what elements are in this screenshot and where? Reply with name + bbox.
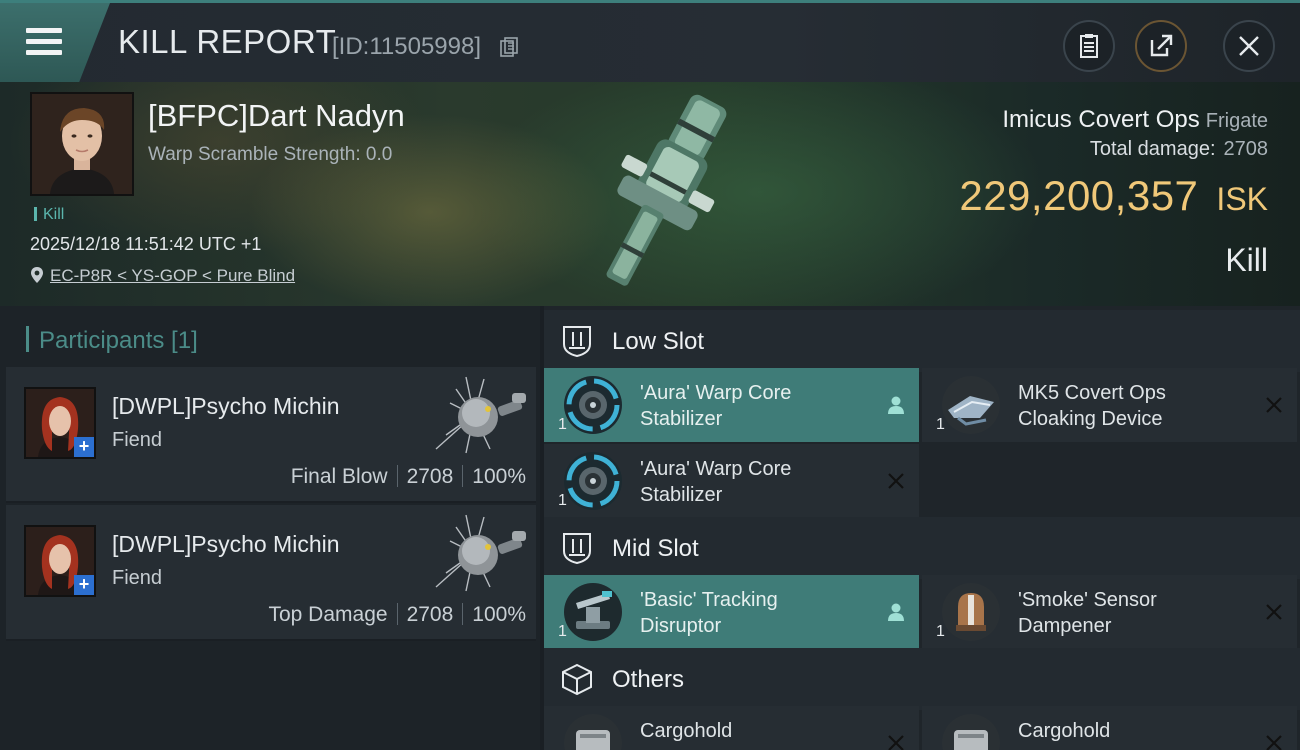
victim-avatar	[32, 94, 132, 194]
victim-name[interactable]: [BFPC]Dart Nadyn	[148, 98, 405, 134]
module-slot[interactable]: 1 'Aura' Warp Core Stabilizer	[544, 368, 919, 442]
report-id: [ID:11505998]	[332, 33, 482, 60]
participant-row[interactable]: + [DWPL]Psycho Michin Fiend Final Blow 27…	[6, 367, 536, 503]
kill-timestamp: 2025/12/18 11:51:42 UTC +1	[30, 234, 262, 254]
destroyed-x-icon	[1266, 604, 1282, 620]
module-slot[interactable]: 1 'Aura' Warp Core Stabilizer	[544, 444, 919, 518]
plus-icon: +	[74, 575, 94, 595]
participant-percent: 100%	[472, 465, 526, 488]
participant-row[interactable]: + [DWPL]Psycho Michin Fiend Top Damage 27…	[6, 505, 536, 641]
hamburger-menu-icon[interactable]	[26, 26, 62, 56]
total-damage-label: Total damage:	[1089, 138, 1216, 160]
isk-value-row: 229,200,357 ISK	[959, 172, 1268, 220]
module-slot[interactable]: Cargohold	[544, 706, 919, 750]
participant-name[interactable]: [DWPL]Psycho Michin	[112, 531, 340, 558]
participant-percent: 100%	[472, 603, 526, 626]
module-quantity: 1	[936, 416, 945, 433]
module-name: 'Basic' Tracking Disruptor	[640, 589, 778, 637]
isk-unit: ISK	[1216, 181, 1268, 217]
participant-ship: Fiend	[112, 429, 163, 451]
isk-value: 229,200,357	[959, 172, 1199, 219]
others-title: Others	[612, 666, 685, 693]
module-quantity: 1	[558, 492, 567, 509]
cargo-box-icon	[562, 663, 592, 696]
clipboard-button[interactable]	[1063, 20, 1115, 72]
participant-stats: Top Damage 2708 100%	[268, 603, 526, 627]
tracking-disruptor-icon	[564, 583, 622, 641]
destroyed-x-icon	[888, 473, 904, 489]
others-header: Others	[544, 648, 1300, 710]
location-link[interactable]: EC-P8R < YS-GOP < Pure Blind	[50, 266, 295, 285]
menu-tab[interactable]	[0, 3, 110, 82]
participant-ship: Fiend	[112, 567, 163, 589]
warp-scramble-strength: Warp Scramble Strength: 0.0	[148, 144, 393, 165]
cargohold-icon	[942, 714, 1000, 750]
ship-class: Frigate	[1205, 110, 1268, 132]
mid-slot-header: Mid Slot	[544, 517, 1300, 579]
module-quantity: 1	[558, 623, 567, 640]
module-slot[interactable]: 1 MK5 Covert Ops Cloaking Device	[922, 368, 1297, 442]
mid-slot-title: Mid Slot	[612, 535, 699, 562]
low-slot-header: Low Slot	[544, 310, 1300, 372]
module-name: Cargohold	[1018, 720, 1111, 742]
participant-name[interactable]: [DWPL]Psycho Michin	[112, 393, 340, 420]
share-button[interactable]	[1135, 20, 1187, 72]
module-quantity: 1	[558, 416, 567, 433]
module-name: MK5 Covert Ops Cloaking Device	[1018, 382, 1166, 430]
participant-label: Final Blow	[290, 465, 388, 488]
dropped-person-icon	[888, 396, 904, 414]
total-damage-value: 2708	[1223, 138, 1269, 160]
destroyed-x-icon	[1266, 397, 1282, 413]
participant-stats: Final Blow 2708 100%	[291, 465, 526, 489]
victim-banner: [BFPC]Dart Nadyn Warp Scramble Strength:…	[0, 82, 1300, 306]
module-slot[interactable]: 1 'Basic' Tracking Disruptor	[544, 575, 919, 649]
fitting-panel: Low Slot 1 'Aura' Warp Core Stabilizer 1…	[544, 306, 1300, 750]
module-name: 'Aura' Warp Core Stabilizer	[640, 458, 792, 506]
total-damage: Total damage: 2708	[1090, 138, 1268, 161]
cloaking-device-icon	[942, 376, 1000, 434]
kill-report-header: KILL REPORT [ID:11505998]	[0, 0, 1300, 82]
participants-panel: Participants [1] + [DWPL]Psycho Michin F…	[0, 306, 540, 750]
participant-damage: 2708	[406, 603, 454, 626]
dropped-person-icon	[888, 603, 904, 621]
close-icon	[1239, 36, 1259, 56]
low-slot-icon	[563, 326, 591, 358]
kill-tag: Kill	[34, 206, 64, 224]
fiend-ship-icon	[435, 514, 526, 592]
participant-avatar: +	[24, 525, 96, 597]
mid-slot-icon	[563, 533, 591, 565]
low-slot-title: Low Slot	[612, 328, 705, 355]
module-slot[interactable]: Cargohold	[922, 706, 1297, 750]
destroyed-x-icon	[1266, 735, 1282, 750]
kill-result-label: Kill	[1225, 242, 1268, 278]
participant-label: Top Damage	[268, 603, 388, 626]
warp-core-stabilizer-icon	[564, 452, 622, 510]
sensor-dampener-icon	[942, 583, 1000, 641]
module-name: Cargohold	[640, 720, 733, 742]
ship-name: Imicus Covert Ops	[1002, 106, 1200, 133]
close-button[interactable]	[1223, 20, 1275, 72]
victim-ship-type[interactable]: Imicus Covert Ops Frigate	[1002, 106, 1268, 134]
fiend-ship-icon	[435, 376, 526, 454]
destroyed-x-icon	[888, 735, 904, 750]
participants-header: Participants [1]	[26, 326, 198, 355]
module-slot[interactable]: 1 'Smoke' Sensor Dampener	[922, 575, 1297, 649]
page-title: KILL REPORT	[118, 23, 337, 60]
plus-icon: +	[74, 437, 94, 457]
copy-icon[interactable]	[500, 37, 518, 57]
kill-location[interactable]: EC-P8R < YS-GOP < Pure Blind	[30, 266, 295, 286]
module-quantity: 1	[936, 623, 945, 640]
module-name: 'Smoke' Sensor Dampener	[1018, 589, 1157, 637]
share-icon	[1150, 34, 1173, 57]
cargohold-icon	[564, 714, 622, 750]
participant-damage: 2708	[406, 465, 454, 488]
participant-avatar: +	[24, 387, 96, 459]
location-pin-icon	[31, 267, 43, 283]
warp-core-stabilizer-icon	[564, 376, 622, 434]
ship-render	[606, 94, 727, 286]
clipboard-icon	[1080, 34, 1098, 58]
module-name: 'Aura' Warp Core Stabilizer	[640, 382, 792, 430]
victim-portrait[interactable]	[30, 92, 134, 196]
